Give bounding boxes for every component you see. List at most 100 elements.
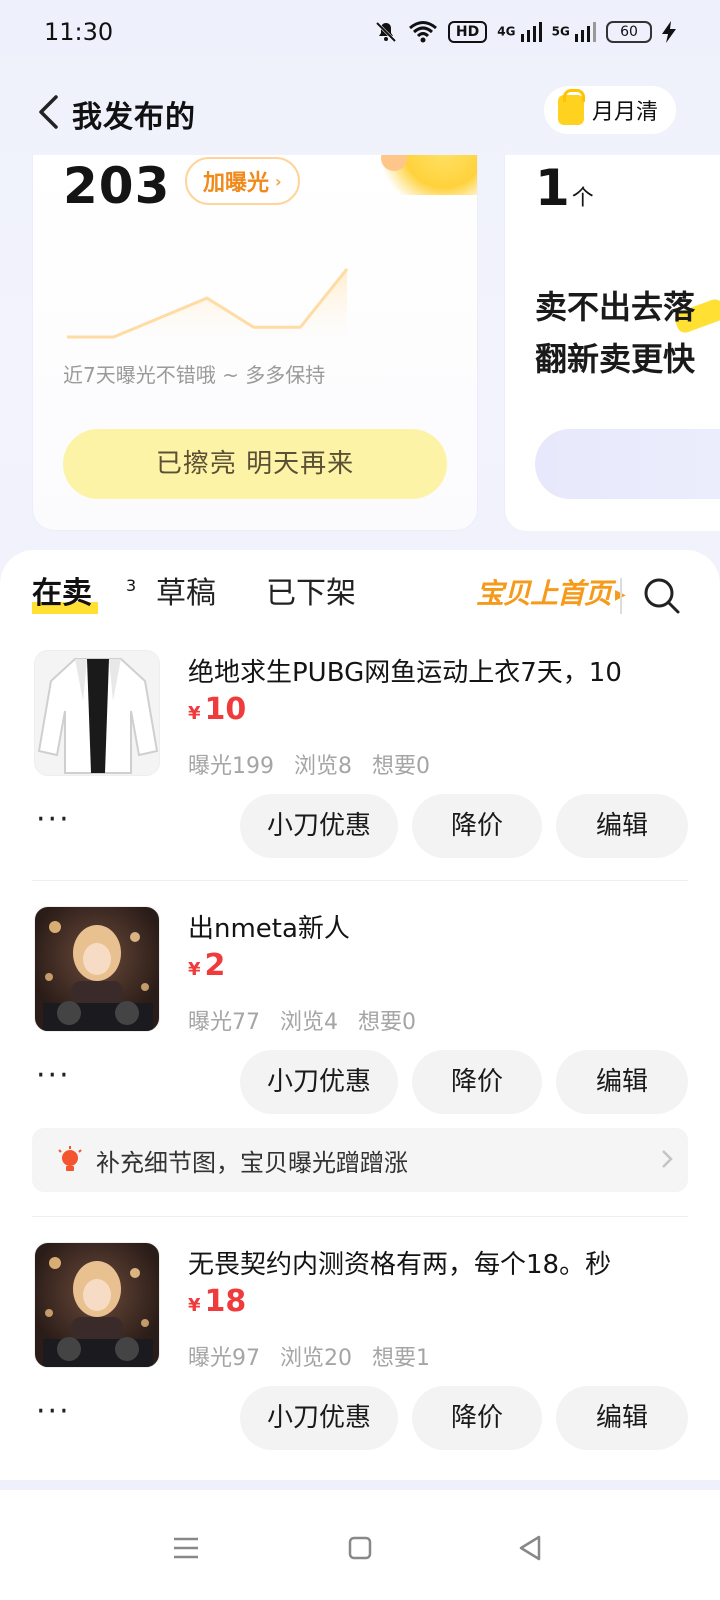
currency-symbol: ¥ (188, 1295, 201, 1316)
item-stats: 曝光199 浏览8 想要0 (188, 748, 430, 780)
edit-button[interactable]: 编辑 (556, 1386, 688, 1450)
refresh-line-2: 翻新卖更快 (535, 340, 696, 378)
status-icons: HD 4G 5G 60 (374, 20, 676, 44)
month-clear-label: 月月清 (591, 100, 658, 125)
item-stats: 曝光77 浏览4 想要0 (188, 1004, 416, 1036)
exposure-hint: 近7天曝光不错哦 ~ 多多保持 (63, 363, 326, 387)
exposure-trend-chart (67, 268, 349, 343)
chevron-left-icon (39, 95, 58, 129)
item-thumbnail-jacket[interactable] (34, 650, 160, 776)
search-button[interactable] (642, 576, 682, 616)
refresh-card-button[interactable] (535, 429, 720, 499)
detail-photo-tip[interactable]: 补充细节图，宝贝曝光蹭蹭涨 (32, 1128, 688, 1192)
item-thumbnail-anime[interactable] (34, 1242, 160, 1368)
tab-divider (620, 578, 622, 614)
tab-on-sale-count: 3 (126, 576, 137, 595)
item-title: 绝地求生PUBG网鱼运动上衣7天，10 (188, 658, 622, 688)
refresh-promo-text: 卖不出去落 翻新卖更快 (535, 281, 695, 385)
home-square-icon (348, 1536, 372, 1560)
item-divider (32, 880, 688, 881)
wifi-icon (408, 21, 437, 43)
reduce-price-button[interactable]: 降价 (412, 794, 542, 858)
stat-exposure: 曝光77 (188, 1010, 260, 1035)
month-clear-button[interactable]: 月月清 (543, 86, 676, 134)
net1-label: 4G (497, 24, 516, 39)
boost-exposure-button[interactable]: 加曝光 › (185, 157, 300, 205)
more-options-button[interactable]: ··· (36, 1397, 71, 1427)
net2-label: 5G (551, 24, 570, 39)
more-options-button[interactable]: ··· (36, 805, 71, 835)
stat-views: 浏览4 (280, 1010, 338, 1035)
hd-badge: HD (447, 21, 488, 43)
menu-icon (174, 1537, 198, 1559)
refresh-count: 1个 (535, 159, 594, 217)
mute-bell-icon (375, 21, 396, 43)
stat-views: 浏览8 (294, 754, 352, 779)
trend-area (67, 269, 347, 343)
chevron-right-icon: › (275, 171, 282, 191)
stat-wants: 想要1 (372, 1346, 430, 1371)
tab-drafts[interactable]: 草稿 (156, 568, 216, 620)
lightbulb-icon (58, 1146, 82, 1171)
system-nav-bar (0, 1490, 720, 1600)
edit-button[interactable]: 编辑 (556, 794, 688, 858)
search-icon (644, 578, 680, 614)
back-button[interactable] (28, 90, 68, 134)
shopping-bag-icon (557, 89, 585, 125)
tip-text: 补充细节图，宝贝曝光蹭蹭涨 (96, 1148, 408, 1177)
polish-button[interactable]: 已擦亮 明天再来 (63, 429, 447, 499)
exposure-count: 203 (63, 157, 171, 215)
menu-button[interactable] (164, 1526, 208, 1570)
item-title: 出nmeta新人 (188, 914, 350, 944)
tab-on-sale[interactable]: 在卖 3 (32, 568, 136, 620)
currency-symbol: ¥ (188, 959, 201, 980)
item-price: ¥18 (188, 1284, 246, 1319)
price-value: 10 (204, 692, 247, 727)
charging-bolt-icon (662, 21, 676, 43)
page-title: 我发布的 (72, 100, 196, 135)
listing-panel: 在卖 3 草稿 已下架 宝贝上首页▶ 绝地求生PUBG网鱼运动上衣7天，10 ¥… (0, 550, 720, 1480)
tab-bar: 在卖 3 草稿 已下架 宝贝上首页▶ (0, 568, 720, 624)
bargain-discount-button[interactable]: 小刀优惠 (240, 794, 398, 858)
signal-5g-icon: 5G (552, 22, 596, 42)
item-divider (32, 1216, 688, 1217)
reduce-price-button[interactable]: 降价 (412, 1386, 542, 1450)
promo-label: 宝贝上首页 (476, 577, 612, 610)
boost-label: 加曝光 (203, 171, 270, 196)
item-stats: 曝光97 浏览20 想要1 (188, 1340, 430, 1372)
price-value: 2 (204, 948, 226, 983)
triangle-back-icon (519, 1535, 541, 1561)
stat-wants: 想要0 (358, 1010, 416, 1035)
tab-removed[interactable]: 已下架 (266, 568, 356, 620)
battery-indicator: 60 (606, 21, 652, 43)
tab-on-sale-label: 在卖 (32, 576, 92, 611)
chevron-right-icon (662, 1150, 673, 1168)
status-time: 11:30 (44, 18, 114, 46)
edit-button[interactable]: 编辑 (556, 1050, 688, 1114)
item-title: 无畏契约内测资格有两，每个18。秒 (188, 1250, 612, 1280)
refresh-count-unit: 个 (571, 186, 594, 211)
exposure-card: 203 加曝光 › 近7天曝光不错哦 ~ 多多保持 已擦亮 明天再来 (32, 155, 478, 531)
header: 我发布的 月月清 (0, 76, 720, 148)
item-price: ¥2 (188, 948, 225, 983)
item-price: ¥10 (188, 692, 246, 727)
refresh-count-value: 1 (535, 159, 570, 217)
item-thumbnail-anime[interactable] (34, 906, 160, 1032)
reduce-price-button[interactable]: 降价 (412, 1050, 542, 1114)
stat-wants: 想要0 (372, 754, 430, 779)
status-bar: 11:30 HD 4G 5G 60 (0, 0, 720, 64)
stat-exposure: 曝光199 (188, 754, 274, 779)
stat-exposure: 曝光97 (188, 1346, 260, 1371)
currency-symbol: ¥ (188, 703, 201, 724)
homepage-promo-link[interactable]: 宝贝上首页▶ (476, 568, 626, 621)
price-value: 18 (204, 1284, 247, 1319)
bargain-discount-button[interactable]: 小刀优惠 (240, 1386, 398, 1450)
more-options-button[interactable]: ··· (36, 1061, 71, 1091)
refresh-card: 1个 卖不出去落 翻新卖更快 (504, 155, 720, 531)
back-nav-button[interactable] (508, 1526, 552, 1570)
stat-views: 浏览20 (280, 1346, 352, 1371)
refresh-line-1: 卖不出去落 (535, 288, 696, 326)
home-button[interactable] (338, 1526, 382, 1570)
signal-4g-icon: 4G (497, 22, 542, 42)
bargain-discount-button[interactable]: 小刀优惠 (240, 1050, 398, 1114)
